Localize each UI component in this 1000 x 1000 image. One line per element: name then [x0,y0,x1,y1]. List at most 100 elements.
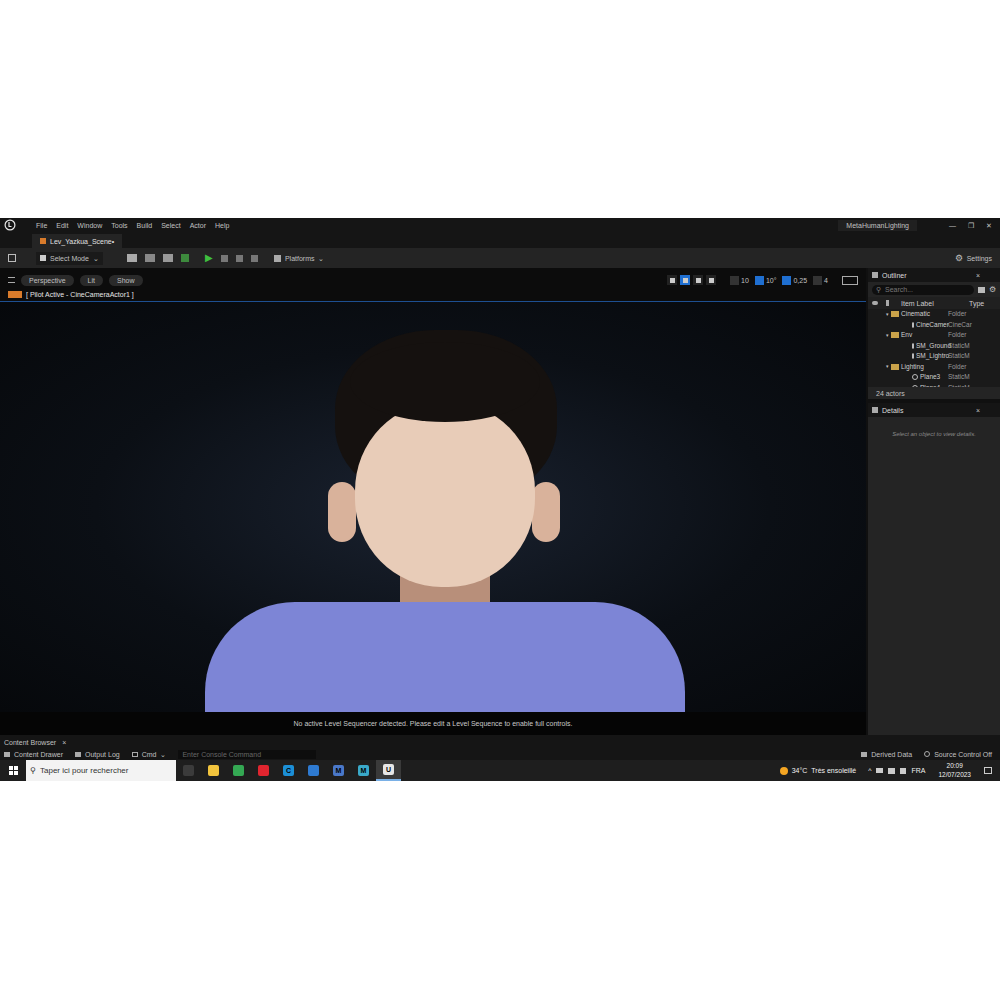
transform-tool[interactable] [693,275,703,285]
show-button[interactable]: Show [109,275,143,286]
outliner-search[interactable]: ⚲Search... [872,285,974,295]
outliner-row[interactable]: Plane3StaticM [868,372,1000,383]
details-body: Select an object to view details. [868,417,1000,735]
render-ear-left [328,482,356,542]
outliner-row[interactable]: ▾EnvFolder [868,330,1000,341]
snap-setting[interactable]: 4 [813,276,828,285]
output-log-button[interactable]: Output Log [75,751,120,758]
content-browser-tab[interactable]: Content Browser× [4,739,66,746]
menu-item[interactable]: Tools [111,222,127,229]
taskbar-app[interactable] [251,760,276,781]
app-icon [208,765,219,776]
outliner-row[interactable]: CineCamerCineCar [868,320,1000,331]
outliner-row[interactable]: ▾LightingFolder [868,362,1000,373]
render-ear-right [532,482,560,542]
lit-button[interactable]: Lit [80,275,103,286]
column-header: Item Label [901,300,965,307]
console-input[interactable]: Enter Console Command [178,750,316,759]
taskbar-search[interactable]: ⚲Taper ici pour rechercher [26,760,176,781]
editor-window: FileEditWindowToolsBuildSelectActorHelpM… [0,218,1000,760]
system-tray: ^ FRA 20:0912/07/2023 [868,763,1000,778]
weather-widget[interactable]: 34°CTrès ensoleillé [780,767,857,775]
outliner-count: 24 actors [868,387,1000,399]
render-picture [0,302,866,712]
menu-item[interactable]: Window [77,222,102,229]
outliner-list: ▾CinematicFolderCineCamerCineCar▾EnvFold… [868,309,1000,387]
details-header: Details× [868,403,1000,417]
column-header: Type [969,300,984,307]
level-tab[interactable]: Lev_Yazkua_Scene• [32,234,122,248]
snap-icon [730,276,739,285]
main-toolbar: Select Mode⌄ ▶ Platforms⌄ ⚙Settings [0,248,1000,268]
terminal-icon [132,752,138,757]
platforms-button[interactable]: Platforms⌄ [274,255,325,262]
menu-item[interactable]: Actor [190,222,206,229]
settings-button[interactable]: ⚙Settings [955,254,992,263]
unreal-logo-icon [4,219,16,231]
content-drawer-button[interactable]: Content Drawer [4,751,63,758]
taskbar-app[interactable]: U [376,760,401,781]
pilot-label: [ Pilot Active - CineCameraActor1 ] [0,288,866,302]
transform-tool[interactable] [706,275,716,285]
derived-data-button[interactable]: Derived Data [861,751,912,758]
outliner-row[interactable]: SM_GroundStaticM [868,341,1000,352]
status-row: Content Drawer Output Log Cmd⌄ Enter Consol… [0,748,1000,760]
outliner-row[interactable]: SM_LightroStaticM [868,351,1000,362]
render-shirt [205,602,685,712]
transform-tool[interactable] [680,275,690,285]
language-indicator[interactable]: FRA [911,767,925,774]
app-icon: U [383,764,394,775]
snap-icon [813,276,822,285]
perspective-button[interactable]: Perspective [21,275,74,286]
menu-item[interactable]: Select [161,222,180,229]
folder-icon [891,311,899,317]
taskbar-app[interactable]: C [276,760,301,781]
cursor-icon [40,255,46,261]
outliner-search-row: ⚲Search...⚙ [868,282,1000,297]
taskbar-app[interactable] [226,760,251,781]
play-button[interactable]: ▶ [205,253,213,263]
taskbar-app[interactable] [176,760,201,781]
window-control[interactable]: ❐ [968,222,974,229]
details-icon [872,407,878,413]
menu-item[interactable]: Help [215,222,229,229]
page: File Edit Window Tools Build Select Actor Help M… [0,0,1000,1000]
source-control-button[interactable]: Source Control Off [924,751,992,758]
viewport: Perspective Lit Show 10 10° 0,25 4 [ Pilot Acti… [0,268,866,735]
render-fringe [350,342,540,422]
bottom-margin [0,781,1000,1000]
snap-setting[interactable]: 10 [730,276,749,285]
close-button[interactable]: × [976,407,980,414]
select-mode-button[interactable]: Select Mode⌄ [36,252,103,265]
outliner-row[interactable]: ▾CinematicFolder [868,309,1000,320]
taskbar-app[interactable] [201,760,226,781]
menu-item[interactable]: Edit [56,222,68,229]
eject-icon [251,255,258,262]
tray-chevron[interactable]: ^ [868,767,871,774]
wifi-icon [888,768,895,774]
window-control[interactable]: — [949,222,956,229]
viewport-message-bar: No active Level Sequencer detected. Plea… [0,712,866,735]
cinematics-icon [163,254,173,262]
windows-start-icon[interactable] [0,760,26,781]
search-icon: ⚲ [876,286,881,293]
taskbar-app[interactable]: M [326,760,351,781]
transform-tool[interactable] [667,275,677,285]
actor-icon [912,322,914,328]
app-icon [308,765,319,776]
cmd-dropdown[interactable]: Cmd⌄ [132,751,167,758]
snap-setting[interactable]: 10° [755,276,777,285]
window-control[interactable]: ✕ [986,222,992,229]
cloud-icon [876,768,883,773]
app-icon: C [283,765,294,776]
folder-icon [891,364,899,370]
snap-setting[interactable]: 0,25 [782,276,807,285]
menu-item[interactable]: Build [137,222,153,229]
menu-item[interactable]: File [36,222,47,229]
close-button[interactable]: × [976,272,980,279]
taskbar-app[interactable]: M [351,760,376,781]
notification-icon [984,767,992,774]
clock[interactable]: 20:0912/07/2023 [938,763,971,778]
app-icon [233,765,244,776]
taskbar-app[interactable] [301,760,326,781]
